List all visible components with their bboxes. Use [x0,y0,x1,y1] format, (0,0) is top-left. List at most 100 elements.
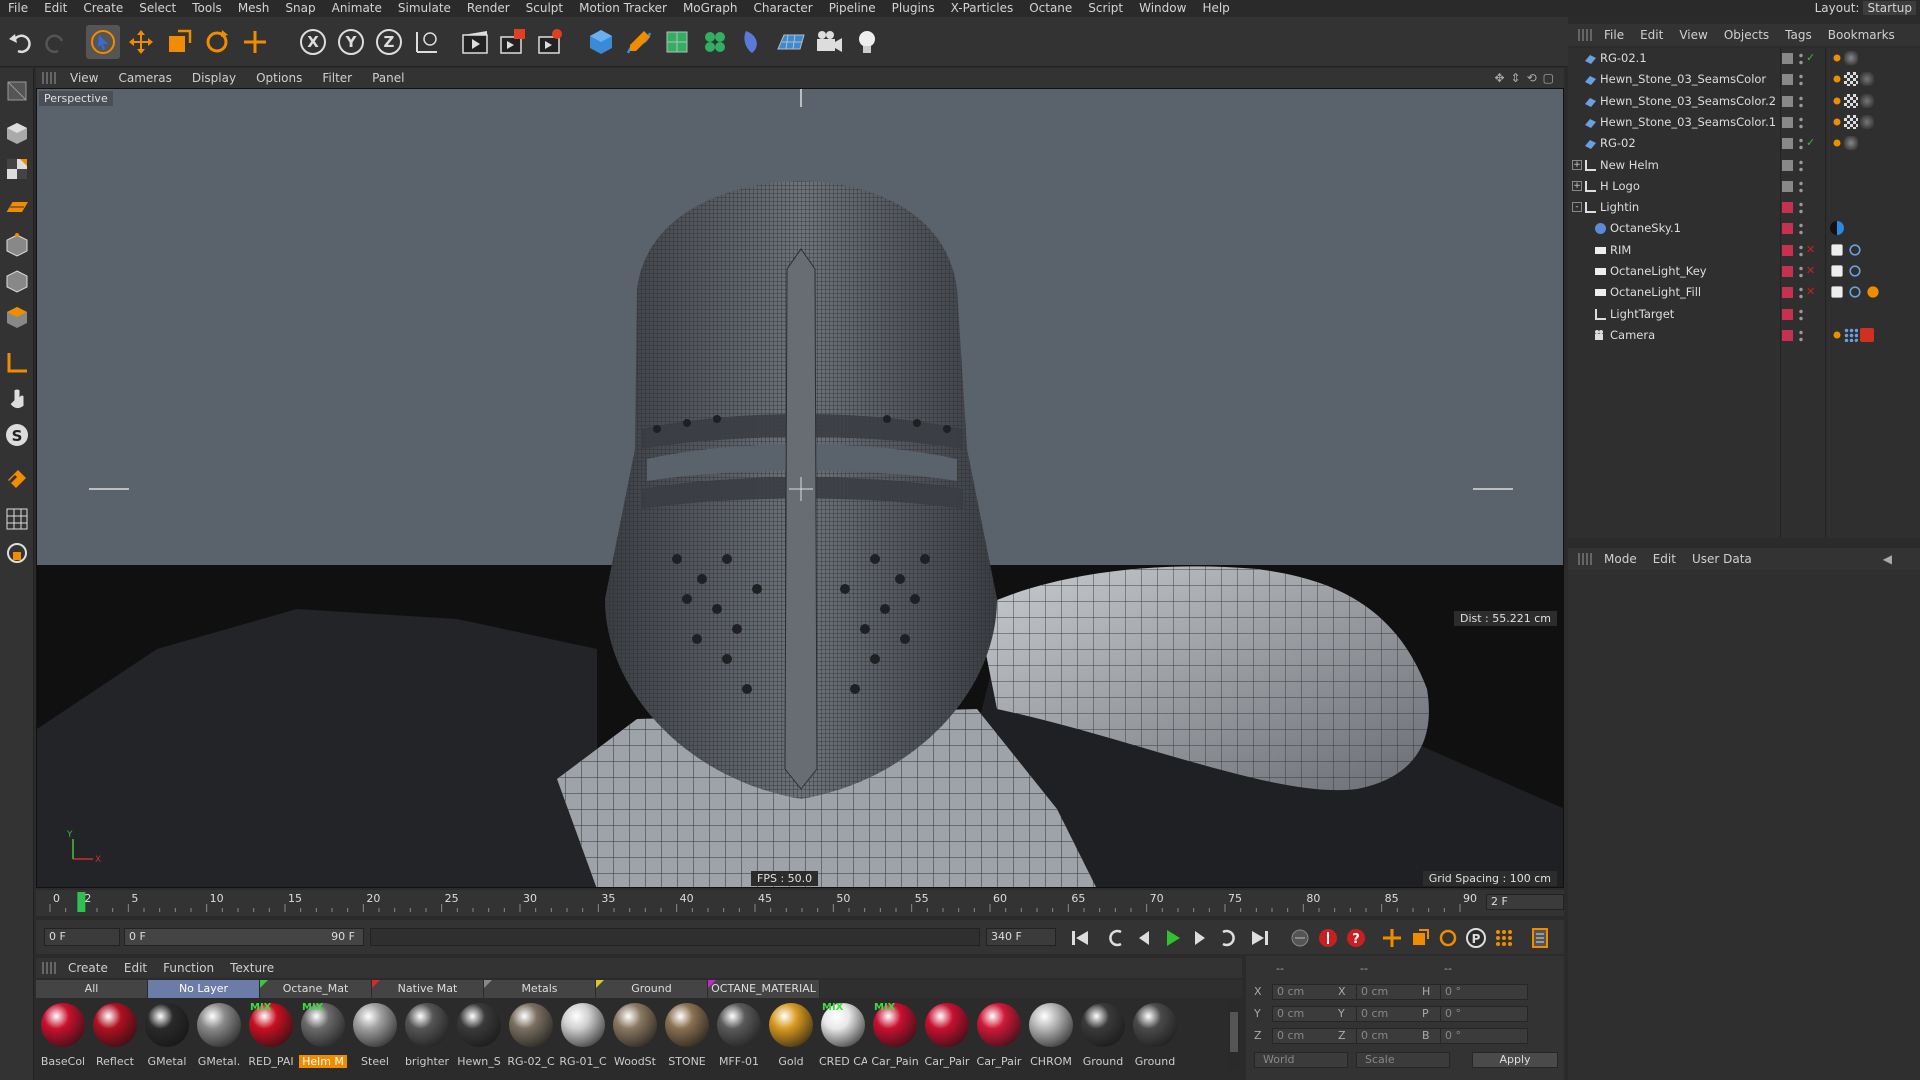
coordinate-system-icon[interactable] [410,25,444,59]
render-settings-icon[interactable] [534,25,568,59]
texture-tag-icon[interactable] [1860,114,1874,129]
tweak-icon[interactable] [2,384,32,414]
material-swatch[interactable]: MIX Helm M [298,1000,348,1070]
menu-sculpt[interactable]: Sculpt [518,1,571,15]
coord-value-field[interactable]: 0 ° [1440,1028,1528,1044]
deformer-icon[interactable] [736,25,770,59]
viewport-perspective[interactable]: Y X Perspective Dist : 55.221 cm FPS : 5… [36,88,1564,888]
layer-color-icon[interactable] [1782,287,1793,299]
x-axis-icon[interactable]: X [296,25,330,59]
phong-tag-icon[interactable] [1833,331,1841,339]
menu-plugins[interactable]: Plugins [884,1,943,15]
coord-value-field[interactable]: 0 ° [1440,984,1528,1000]
attribute-menu-mode[interactable]: Mode [1596,552,1645,566]
material-tab-no-layer[interactable]: No Layer [148,980,260,998]
expand-toggle[interactable]: + [1572,159,1582,170]
move-icon[interactable] [124,25,158,59]
visibility-dots-icon[interactable] [1798,137,1804,152]
layer-color-icon[interactable] [1782,308,1793,320]
material-swatch[interactable]: MIX Car_Pain [870,1000,920,1070]
end-frame-field[interactable]: 340 F [986,928,1056,946]
coord-value-field[interactable]: 0 cm [1356,1028,1444,1044]
visibility-dots-icon[interactable] [1798,286,1804,301]
apply-button[interactable]: Apply [1472,1052,1558,1068]
timeline-layout-icon[interactable] [1528,926,1552,950]
layer-color-icon[interactable] [1782,95,1793,107]
scale-icon[interactable] [162,25,196,59]
coord-value-field[interactable]: 0 cm [1356,1006,1444,1022]
layer-color-icon[interactable] [1782,159,1793,171]
material-menu-edit[interactable]: Edit [116,961,155,975]
snap-icon[interactable]: S [2,420,32,450]
layer-color-icon[interactable] [1782,223,1793,235]
layer-color-icon[interactable] [1782,202,1793,214]
coord-value-field[interactable]: 0 cm [1272,1028,1360,1044]
layout-value[interactable]: Startup [1863,1,1916,15]
material-swatch[interactable]: BaseCol [38,1000,88,1070]
target-tag-icon[interactable] [1849,244,1861,256]
material-swatch[interactable]: CHROM [1026,1000,1076,1070]
octane-environment-tag-icon[interactable] [1830,221,1844,236]
expand-toggle[interactable]: - [1572,202,1582,213]
workplane-mode-icon[interactable] [2,192,32,222]
visibility-dots-icon[interactable] [1798,307,1804,322]
layer-color-icon[interactable] [1782,74,1793,86]
viewport-menu-panel[interactable]: Panel [362,71,414,85]
z-axis-icon[interactable]: Z [372,25,406,59]
expand-toggle[interactable]: + [1572,180,1582,191]
material-tag-icon[interactable] [1844,114,1858,129]
points-mode-icon[interactable] [2,230,32,260]
object-row[interactable]: Hewn_Stone_03_SeamsColor.2 [1568,91,1920,112]
menu-window[interactable]: Window [1131,1,1194,15]
object-menu-edit[interactable]: Edit [1632,28,1671,42]
object-menu-bookmarks[interactable]: Bookmarks [1820,28,1903,42]
workplane-lock-icon[interactable] [2,538,32,568]
phong-tag-icon[interactable] [1833,54,1841,62]
object-menu-view[interactable]: View [1671,28,1715,42]
material-menu-create[interactable]: Create [60,961,116,975]
back-arrow-icon[interactable]: ◀ [1883,552,1892,566]
layer-color-icon[interactable] [1782,116,1793,128]
material-swatch[interactable]: WoodSt [610,1000,660,1070]
previous-key-icon[interactable] [1104,926,1128,950]
material-swatch[interactable]: Reflect [90,1000,140,1070]
compositing-tag-icon[interactable] [1867,286,1879,298]
make-editable-icon[interactable] [2,76,32,106]
next-frame-icon[interactable] [1188,926,1212,950]
material-swatch[interactable]: MFF-01 [714,1000,764,1070]
material-scrollbar[interactable] [1228,1000,1240,1070]
next-key-icon[interactable] [1216,926,1240,950]
material-tag-icon[interactable] [1844,136,1858,151]
menu-animate[interactable]: Animate [324,1,390,15]
object-row[interactable]: OctaneLight_Key ✕ [1568,261,1920,282]
visibility-dots-icon[interactable] [1798,243,1804,258]
visibility-dots-icon[interactable] [1798,201,1804,216]
attribute-menu-user-data[interactable]: User Data [1684,552,1760,566]
visibility-dots-icon[interactable] [1798,179,1804,194]
key-position-icon[interactable] [1380,926,1404,950]
go-to-start-icon[interactable] [1068,926,1092,950]
material-tab-native-mat[interactable]: Native Mat [372,980,484,998]
menu-help[interactable]: Help [1194,1,1237,15]
menu-snap[interactable]: Snap [277,1,323,15]
viewport-menu-display[interactable]: Display [182,71,246,85]
object-row[interactable]: + H Logo [1568,176,1920,197]
range-track[interactable] [370,928,980,946]
material-swatch[interactable]: Gold [766,1000,816,1070]
material-menu-function[interactable]: Function [155,961,222,975]
visibility-dots-icon[interactable] [1798,158,1804,173]
menu-create[interactable]: Create [75,1,131,15]
viewport-menu-options[interactable]: Options [246,71,312,85]
layer-color-icon[interactable] [1782,244,1793,256]
select-arrow-icon[interactable] [86,25,120,59]
key-scale-icon[interactable] [1408,926,1432,950]
menu-mesh[interactable]: Mesh [230,1,278,15]
visibility-dots-icon[interactable] [1798,73,1804,88]
menu-octane[interactable]: Octane [1021,1,1080,15]
render-view-icon[interactable] [458,25,492,59]
pan-icon[interactable]: ✥ [1494,71,1504,85]
material-swatch[interactable]: Hewn_S [454,1000,504,1070]
visibility-dots-icon[interactable] [1798,94,1804,109]
octane-light-tag-icon[interactable] [1831,286,1843,298]
enabled-check-icon[interactable]: ✓ [1806,136,1815,149]
